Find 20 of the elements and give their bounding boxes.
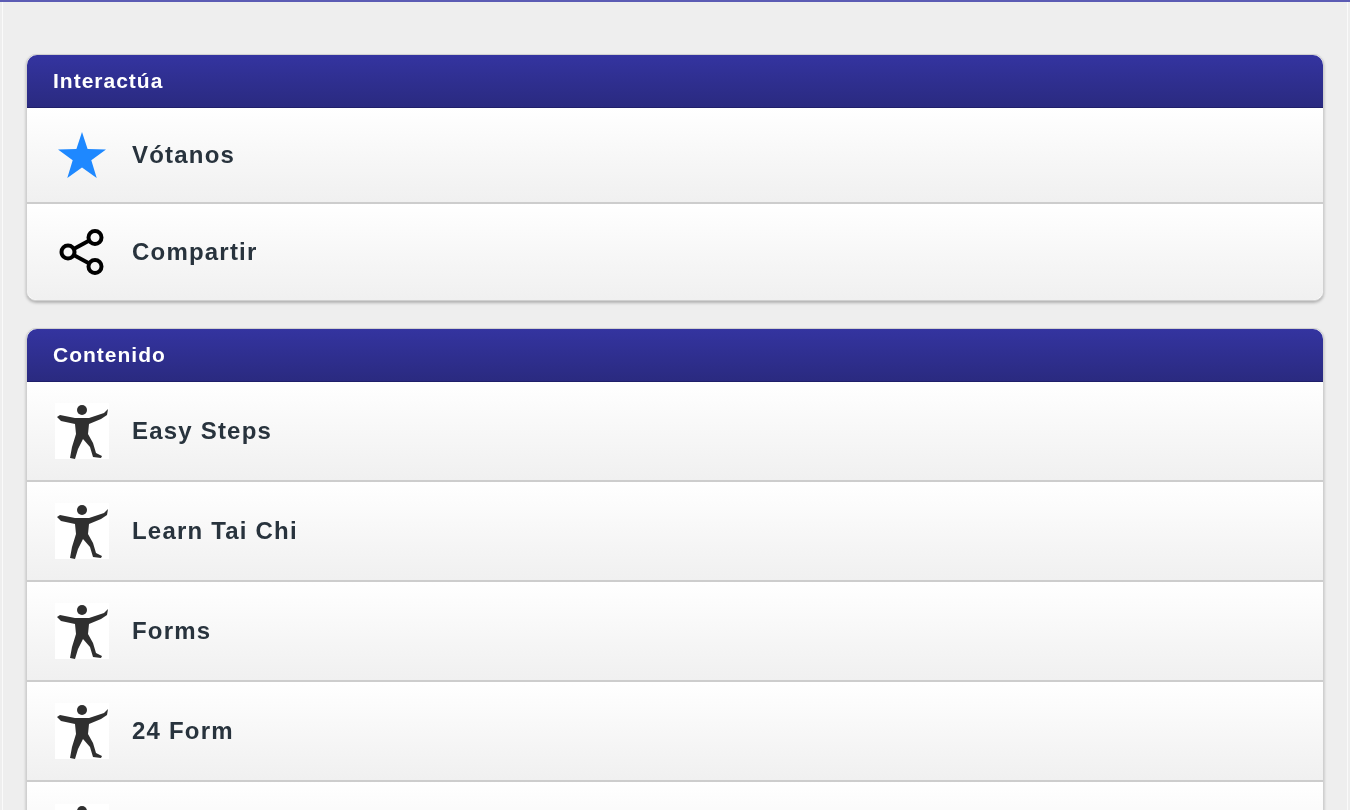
list-item[interactable]: Forms [27,582,1323,682]
item-label: Vótanos [132,140,236,170]
figure-silhouette-icon [55,503,109,559]
figure-silhouette-icon [55,603,109,659]
item-label: Learn Tai Chi [132,516,298,546]
section-title: Interactúa [53,68,164,95]
item-label: Compartir [132,237,258,267]
item-label: 24 Form [132,716,234,746]
item-label: Forms [132,616,212,646]
item-label: Easy Steps [132,416,273,446]
figure-silhouette-icon [55,403,109,459]
share-icon [59,229,105,275]
list-item[interactable]: Learn Tai Chi [27,482,1323,582]
list-item[interactable]: 24 Form [27,682,1323,782]
section-title: Contenido [53,342,166,369]
list-item[interactable]: Easy Steps [27,382,1323,482]
figure-silhouette-icon [55,703,109,759]
list-item[interactable]: Vótanos [27,108,1323,204]
star-icon [58,132,106,178]
list-item[interactable]: Compartir [27,204,1323,300]
